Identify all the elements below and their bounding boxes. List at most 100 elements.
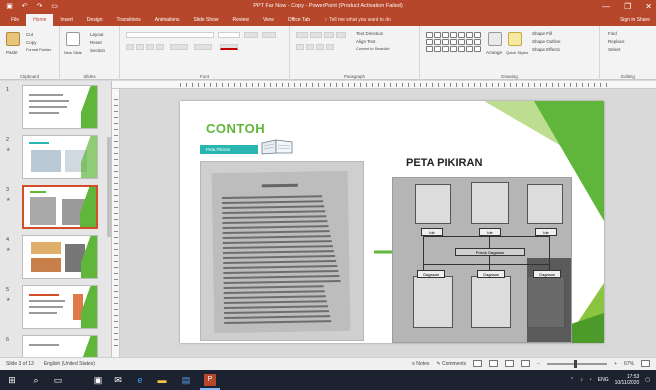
slide-thumbnail[interactable]: [22, 135, 98, 179]
increase-indent-icon[interactable]: [336, 32, 346, 38]
zoom-level[interactable]: 67%: [624, 361, 634, 367]
input-language[interactable]: ENG: [598, 377, 609, 383]
shape-outline-button[interactable]: Shape Outline: [532, 39, 561, 44]
tab-design[interactable]: Design: [80, 14, 110, 26]
slide-thumbnail-selected[interactable]: [22, 185, 98, 229]
reset-button[interactable]: Reset: [90, 40, 102, 45]
quick-styles-icon[interactable]: [508, 32, 522, 46]
tab-office-tab[interactable]: Office Tab: [281, 14, 317, 26]
zoom-out-button[interactable]: −: [537, 361, 540, 367]
close-button[interactable]: ✕: [645, 2, 652, 11]
copy-button[interactable]: Copy: [26, 40, 37, 45]
slide-count[interactable]: Slide 3 of 13: [6, 361, 34, 367]
thumbnail-row[interactable]: 6: [4, 335, 108, 357]
map-title[interactable]: PETA PIKIRAN: [406, 157, 482, 169]
slide-thumbnail[interactable]: [22, 235, 98, 279]
align-center-icon[interactable]: [306, 44, 314, 50]
numbering-icon[interactable]: [310, 32, 322, 38]
comments-button[interactable]: ✎ Comments: [436, 361, 466, 367]
tab-animations[interactable]: Animations: [148, 14, 187, 26]
align-right-icon[interactable]: [316, 44, 324, 50]
network-icon[interactable]: ◔: [589, 377, 592, 383]
underline-icon[interactable]: [146, 44, 154, 50]
reading-view-icon[interactable]: [505, 360, 515, 367]
replace-button[interactable]: Replace: [608, 39, 625, 44]
align-left-icon[interactable]: [296, 44, 304, 50]
text-document-photo[interactable]: [200, 161, 364, 341]
account-share[interactable]: Sign in Share: [620, 14, 650, 26]
slide-heading[interactable]: CONTOH: [206, 121, 265, 136]
char-spacing-icon[interactable]: [170, 44, 188, 50]
change-case-icon[interactable]: [194, 44, 212, 50]
paste-button[interactable]: Paste: [6, 50, 18, 55]
bullets-icon[interactable]: [296, 32, 308, 38]
thumbnail-scrollbar[interactable]: [107, 81, 111, 357]
thumbnail-row[interactable]: 2 ★: [4, 135, 108, 181]
text-direction-button[interactable]: Text Direction: [356, 31, 383, 36]
bold-icon[interactable]: [126, 44, 134, 50]
thumbnail-row[interactable]: 5 ★: [4, 285, 108, 331]
justify-icon[interactable]: [326, 44, 334, 50]
shapes-gallery[interactable]: [426, 32, 481, 52]
slide-badge[interactable]: Peta Pikiran: [200, 145, 258, 154]
section-button[interactable]: Section: [90, 48, 105, 53]
font-family-select[interactable]: [126, 32, 214, 38]
layout-button[interactable]: Layout: [90, 32, 104, 37]
tab-home[interactable]: Home: [26, 14, 54, 26]
explorer-icon[interactable]: ▬: [156, 374, 168, 386]
shape-effects-button[interactable]: Shape Effects: [532, 47, 560, 52]
task-view-icon[interactable]: ▭: [52, 374, 64, 386]
mind-map-photo[interactable]: Ide Ide Ide Pokok Gagasan Gagasan Gagasa…: [392, 177, 572, 343]
arrange-button[interactable]: Arrange: [486, 50, 502, 55]
format-painter-button[interactable]: Format Painter: [26, 48, 51, 52]
tab-review[interactable]: Review: [226, 14, 256, 26]
font-color-icon[interactable]: [220, 44, 238, 50]
tab-slide-show[interactable]: Slide Show: [187, 14, 226, 26]
quick-styles-button[interactable]: Quick Styles: [506, 50, 528, 55]
powerpoint-icon[interactable]: P: [204, 374, 216, 386]
new-slide-button[interactable]: New Slide: [64, 50, 82, 55]
volume-icon[interactable]: ♪: [580, 377, 583, 383]
strikethrough-icon[interactable]: [156, 44, 164, 50]
tab-transitions[interactable]: Transitions: [110, 14, 148, 26]
zoom-slider[interactable]: [547, 359, 608, 368]
minimize-button[interactable]: —: [602, 2, 610, 11]
slide-sorter-icon[interactable]: [489, 360, 499, 367]
search-icon[interactable]: ⌕: [30, 374, 42, 386]
convert-smartart-button[interactable]: Convert to SmartArt: [356, 47, 390, 51]
fit-slide-icon[interactable]: [641, 360, 650, 367]
decrease-indent-icon[interactable]: [324, 32, 334, 38]
italic-icon[interactable]: [136, 44, 144, 50]
windows-start-icon[interactable]: ⊞: [6, 374, 18, 386]
find-button[interactable]: Find: [608, 31, 617, 36]
grow-font-icon[interactable]: [244, 32, 258, 38]
mail-icon[interactable]: ✉: [112, 374, 124, 386]
tab-view[interactable]: View: [256, 14, 281, 26]
store-icon[interactable]: ▣: [92, 374, 104, 386]
thumbnail-row[interactable]: 4 ★: [4, 235, 108, 281]
edge-icon[interactable]: e: [134, 374, 146, 386]
clock[interactable]: 17:53 10/11/2020: [615, 374, 640, 386]
font-size-select[interactable]: [218, 32, 240, 38]
shape-fill-button[interactable]: Shape Fill: [532, 31, 552, 36]
tab-insert[interactable]: Insert: [53, 14, 80, 26]
tab-file[interactable]: File: [4, 14, 26, 26]
shrink-font-icon[interactable]: [262, 32, 276, 38]
thumbnail-row[interactable]: 3 ★: [4, 185, 108, 231]
slideshow-icon[interactable]: [521, 360, 531, 367]
notification-icon[interactable]: ▢: [645, 377, 650, 383]
new-slide-icon[interactable]: [66, 32, 80, 46]
current-slide[interactable]: CONTOH Peta Pikiran PETA PIKIRAN Ide Ide…: [180, 101, 604, 343]
photos-icon[interactable]: ▤: [180, 374, 192, 386]
slide-thumbnail[interactable]: [22, 335, 98, 357]
select-button[interactable]: Select: [608, 47, 621, 52]
zoom-in-button[interactable]: +: [614, 361, 617, 367]
tray-chevron-icon[interactable]: ⌃: [570, 377, 574, 383]
slide-thumbnail[interactable]: [22, 285, 98, 329]
normal-view-icon[interactable]: [473, 360, 483, 367]
tell-me-search[interactable]: ♀ Tell me what you want to do: [317, 14, 398, 26]
cut-button[interactable]: Cut: [26, 32, 33, 37]
language-indicator[interactable]: English (United States): [44, 361, 95, 367]
notes-button[interactable]: ≡ Notes: [412, 361, 429, 367]
arrange-icon[interactable]: [488, 32, 502, 46]
